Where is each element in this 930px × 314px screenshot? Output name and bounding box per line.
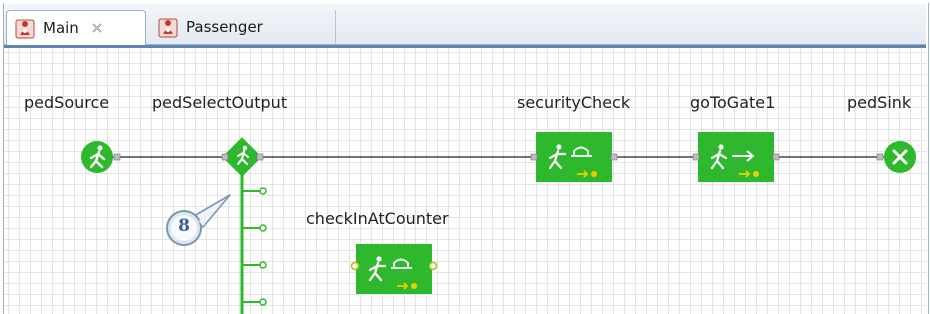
ped-select-output-block[interactable] — [221, 137, 264, 177]
check-in-at-counter-label: checkInAtCounter — [306, 209, 449, 228]
select-output-ports — [242, 187, 267, 306]
ped-source-block[interactable] — [81, 141, 121, 173]
agent-icon — [158, 18, 178, 38]
go-to-gate1-block[interactable] — [692, 132, 780, 182]
tab-main-label: Main — [43, 19, 79, 37]
security-check-block[interactable] — [530, 132, 618, 182]
security-check-label: securityCheck — [517, 93, 631, 112]
ped-source-label: pedSource — [24, 93, 110, 112]
editor-tab-bar: Main Passenger — [4, 4, 926, 45]
ped-select-output-label: pedSelectOutput — [152, 93, 288, 112]
tab-passenger[interactable]: Passenger — [150, 10, 336, 44]
ped-sink-block[interactable] — [876, 141, 916, 173]
process-flowchart — [81, 132, 916, 314]
go-to-gate1-label: goToGate1 — [690, 93, 776, 112]
callout-number: 8 — [178, 216, 190, 236]
tab-main[interactable]: Main — [6, 10, 146, 45]
tab-passenger-label: Passenger — [186, 18, 263, 36]
agent-icon — [15, 19, 35, 39]
check-in-at-counter-block[interactable] — [350, 244, 438, 294]
diagram-canvas[interactable]: pedSource pedSelectOutput securityCheck … — [4, 48, 926, 314]
close-icon[interactable] — [91, 22, 103, 34]
ped-sink-label: pedSink — [847, 93, 912, 112]
